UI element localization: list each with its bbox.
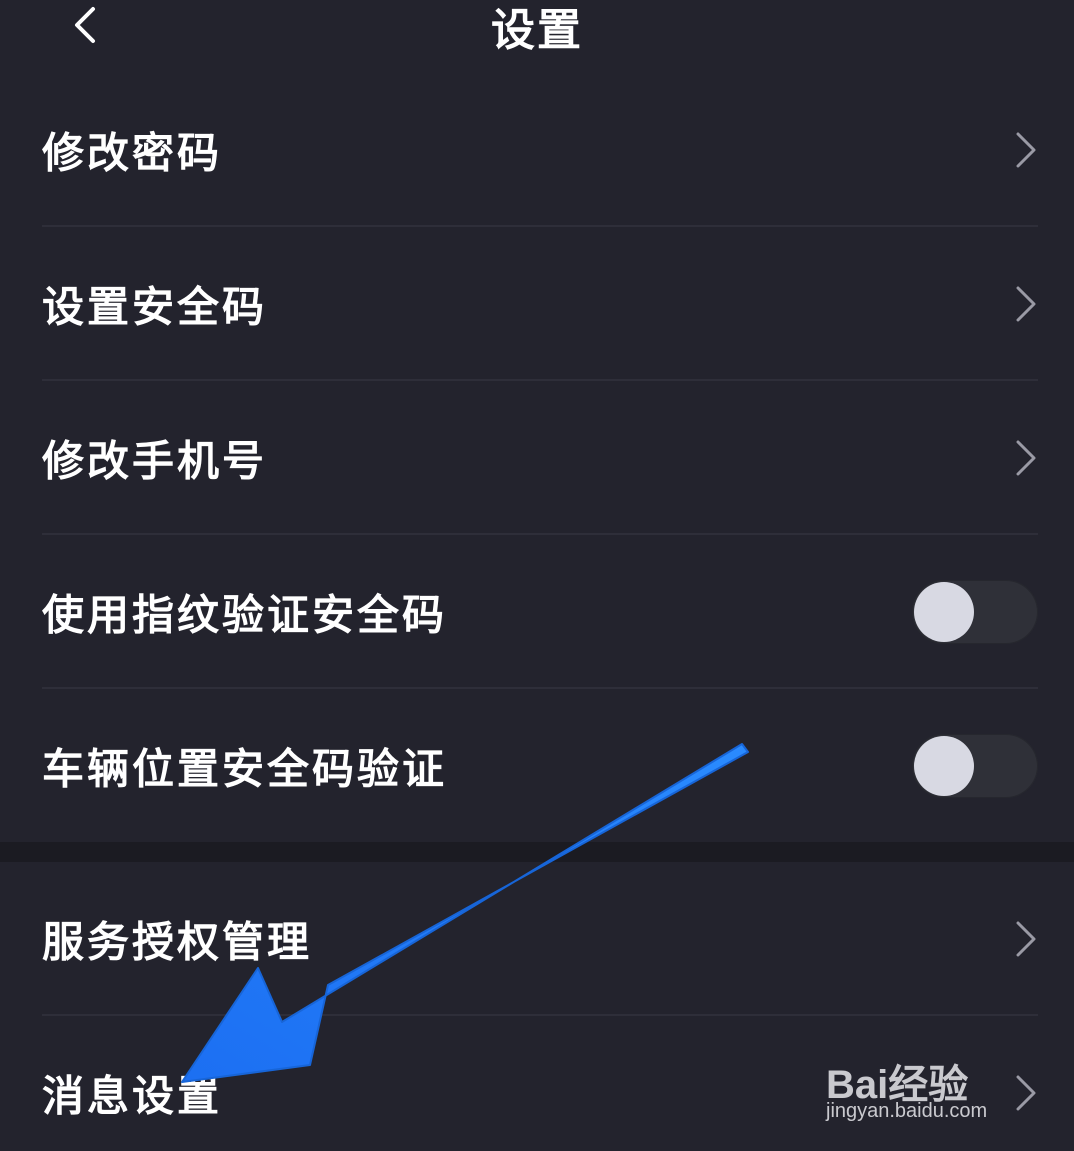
settings-item-label: 修改密码 [42,128,223,178]
settings-item-label: 车辆位置安全码验证 [42,744,448,794]
settings-item-label: 设置安全码 [42,282,268,332]
settings-item-vehicle-location-verify: 车辆位置安全码验证 [0,689,1074,843]
chevron-right-icon [1016,286,1036,322]
settings-item-change-password[interactable]: 修改密码 [0,73,1074,227]
settings-item-label: 使用指纹验证安全码 [42,590,448,640]
chevron-right-icon [1016,132,1036,168]
toggle-knob [914,582,974,642]
settings-item-label: 服务授权管理 [42,917,313,967]
settings-item-label: 消息设置 [42,1071,223,1121]
settings-item-change-phone[interactable]: 修改手机号 [0,381,1074,535]
vehicle-location-toggle[interactable] [912,734,1038,798]
page-title: 设置 [491,5,583,56]
settings-item-fingerprint-verify: 使用指纹验证安全码 [0,535,1074,689]
header-bar: 设置 [0,0,1074,60]
settings-item-set-security-code[interactable]: 设置安全码 [0,227,1074,381]
settings-item-label: 修改手机号 [42,436,268,486]
fingerprint-toggle[interactable] [912,580,1038,644]
settings-page: 设置 修改密码 设置安全码 修改手机号 使用指纹验证安全码 车辆位置安全码验证 [0,0,1074,1151]
watermark-url: jingyan.baidu.com [826,1100,988,1122]
chevron-right-icon [1016,921,1036,957]
section-separator [0,842,1074,862]
baidu-jingyan-watermark: Bai经验 jingyan.baidu.com [822,1038,1022,1138]
toggle-knob [914,736,974,796]
settings-item-service-authorization[interactable]: 服务授权管理 [0,862,1074,1016]
chevron-right-icon [1016,440,1036,476]
